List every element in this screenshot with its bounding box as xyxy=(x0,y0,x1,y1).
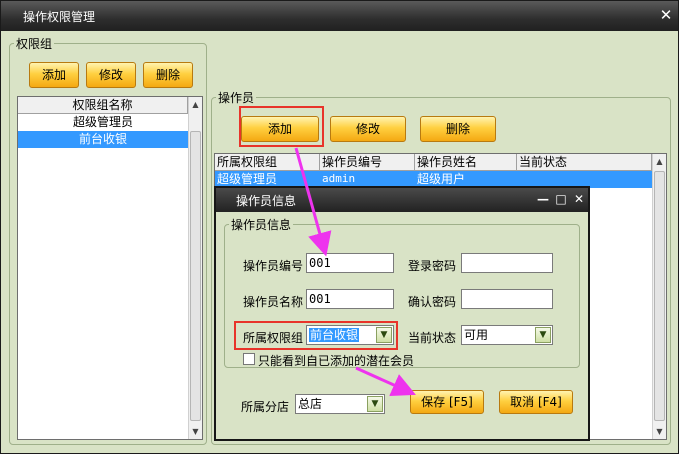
perm-group-column-header[interactable]: 权限组名称 xyxy=(18,97,188,114)
maximize-icon[interactable]: □ xyxy=(552,190,570,208)
branch-select-value: 总店 xyxy=(298,397,323,411)
operator-id-label: 操作员编号 xyxy=(243,259,304,273)
perm-edit-button[interactable]: 修改 xyxy=(86,62,136,88)
operator-delete-button[interactable]: 删除 xyxy=(420,116,496,142)
operator-id-input[interactable]: 001 xyxy=(306,253,394,273)
minimize-icon[interactable]: — xyxy=(534,190,552,208)
title-bar: 操作权限管理 ✕ xyxy=(1,1,678,31)
login-password-input[interactable] xyxy=(461,253,553,273)
cell-id: admin xyxy=(322,172,356,185)
operator-edit-button[interactable]: 修改 xyxy=(330,116,406,142)
chevron-down-icon[interactable]: ▼ xyxy=(367,396,383,412)
login-password-label: 登录密码 xyxy=(408,259,457,273)
operator-info-dialog: 操作员信息 — □ ✕ 操作员信息 操作员编号 001 登录密码 操作员名称 0… xyxy=(214,186,590,441)
operator-name-input[interactable]: 001 xyxy=(306,289,394,309)
branch-select[interactable]: 总店 ▼ xyxy=(295,394,385,414)
operator-table-scrollbar[interactable]: ▲ ▼ xyxy=(652,154,666,439)
perm-add-button[interactable]: 添加 xyxy=(29,62,79,88)
operator-table-header: 所属权限组 操作员编号 操作员姓名 当前状态 xyxy=(215,154,652,171)
list-item[interactable]: 超级管理员 xyxy=(18,114,188,131)
scroll-down-icon[interactable]: ▼ xyxy=(189,424,202,439)
window-title: 操作权限管理 xyxy=(23,10,96,24)
perm-group-legend: 权限组 xyxy=(16,37,53,51)
dialog-info-legend: 操作员信息 xyxy=(231,218,292,232)
status-label: 当前状态 xyxy=(408,331,457,345)
branch-label: 所属分店 xyxy=(241,400,290,414)
cell-group: 超级管理员 xyxy=(217,172,278,186)
perm-group-list[interactable]: 权限组名称 超级管理员 前台收银 ▲ ▼ xyxy=(17,96,203,440)
operator-legend: 操作员 xyxy=(218,91,255,105)
cell-name: 超级用户 xyxy=(417,172,466,186)
scroll-up-icon[interactable]: ▲ xyxy=(653,154,666,169)
column-header[interactable]: 所属权限组 xyxy=(215,154,320,171)
perm-group-header: 权限组名称 xyxy=(18,97,188,114)
operator-name-label: 操作员名称 xyxy=(243,295,304,309)
scroll-thumb[interactable] xyxy=(190,131,201,421)
column-header[interactable]: 当前状态 xyxy=(517,154,652,171)
annotation-box xyxy=(239,106,324,147)
column-header[interactable]: 操作员编号 xyxy=(320,154,415,171)
perm-delete-button[interactable]: 删除 xyxy=(143,62,193,88)
dialog-close-icon[interactable]: ✕ xyxy=(570,190,588,208)
scroll-down-icon[interactable]: ▼ xyxy=(653,424,666,439)
close-icon[interactable]: ✕ xyxy=(655,4,677,26)
scroll-thumb[interactable] xyxy=(654,171,665,421)
only-own-members-checkbox[interactable] xyxy=(243,353,255,365)
confirm-password-input[interactable] xyxy=(461,289,553,309)
perm-list-scrollbar[interactable]: ▲ ▼ xyxy=(188,97,202,439)
dialog-title-bar: 操作员信息 — □ ✕ xyxy=(216,188,588,212)
scroll-up-icon[interactable]: ▲ xyxy=(189,97,202,112)
confirm-password-label: 确认密码 xyxy=(408,295,457,309)
save-button[interactable]: 保存 [F5] xyxy=(410,390,484,414)
annotation-box xyxy=(234,321,398,350)
dialog-title: 操作员信息 xyxy=(236,194,297,208)
list-item-selected[interactable]: 前台收银 xyxy=(18,131,188,148)
chevron-down-icon[interactable]: ▼ xyxy=(535,327,551,343)
only-own-members-label: 只能看到自已添加的潜在会员 xyxy=(258,354,415,368)
column-header[interactable]: 操作员姓名 xyxy=(415,154,517,171)
status-select[interactable]: 可用 ▼ xyxy=(461,325,553,345)
cancel-button[interactable]: 取消 [F4] xyxy=(499,390,573,414)
status-select-value: 可用 xyxy=(464,328,489,342)
